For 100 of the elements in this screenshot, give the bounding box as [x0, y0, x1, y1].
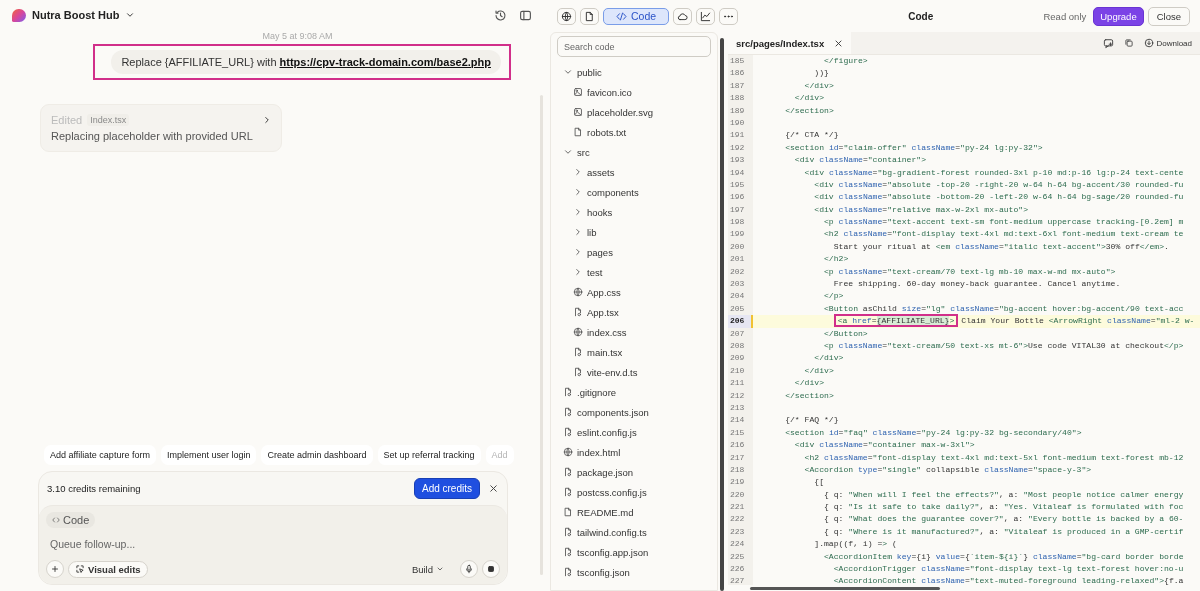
code-line: </div> [793, 377, 824, 390]
view-button[interactable] [696, 7, 716, 25]
code-line: <div className="container max-w-3xl"> [793, 439, 975, 452]
message-text: Replace {AFFILIATE_URL} with [121, 56, 277, 68]
plus-icon [50, 564, 60, 574]
file-item[interactable]: App.css [587, 286, 621, 298]
code-line: <AccordionContent className="text-muted-foreground leading-relaxed">{f.a [832, 575, 1184, 585]
folder-item[interactable]: src [577, 146, 590, 158]
search-field[interactable]: Search code [557, 36, 711, 57]
view-button[interactable] [557, 7, 576, 25]
mode-chip[interactable]: Code [46, 512, 96, 528]
file-item[interactable]: components.json [577, 406, 649, 418]
build-dropdown[interactable]: Build [405, 562, 450, 576]
suggestion-chip[interactable]: Add affiliate capture form [44, 445, 156, 465]
file-item[interactable]: index.css [587, 326, 627, 338]
code-file-icon [563, 407, 573, 417]
file-item[interactable]: tsconfig.json [577, 566, 630, 578]
line-number: 216 [728, 439, 753, 452]
code-line: <section id="faq" className="py-24 lg:py-32 bg-secondary/40"> [784, 426, 1082, 439]
code-line: <h2 className="font-display text-4xl md:text-6xl font-medium text-cream te [823, 228, 1184, 241]
line-number: 203 [728, 278, 753, 291]
file-tag: Index.tsx [87, 114, 130, 126]
code-line: <AccordionItem key={i} value={`item-${i}`} className="bg-card border borde [823, 550, 1184, 563]
suggestion-chip[interactable]: Implement user login [160, 445, 257, 465]
upgrade-button[interactable]: Upgrade [1093, 6, 1144, 26]
file-item[interactable]: eslint.config.js [577, 426, 637, 438]
file-item[interactable]: tailwind.config.ts [577, 526, 647, 538]
line-number: 191 [728, 129, 753, 142]
file-item[interactable]: README.md [577, 506, 634, 518]
file-item[interactable]: placeholder.svg [587, 106, 654, 118]
file-item[interactable]: postcss.config.js [577, 486, 647, 498]
code-line: <section id="claim-offer" className="py-24 lg:py-32"> [784, 141, 1043, 154]
suggestion-chip[interactable]: Create admin dashboard [261, 445, 373, 465]
url-link[interactable]: https://cpv-track-domain.com/base2.php [279, 56, 491, 68]
cloud-icon [677, 10, 689, 22]
file-item[interactable]: robots.txt [587, 126, 627, 138]
close-panel-button[interactable]: Close [1147, 6, 1190, 26]
visual-edits-button[interactable]: Visual edits [68, 560, 148, 578]
code-file-icon [573, 347, 583, 357]
project-name[interactable]: Nutra Boost Hub [32, 9, 120, 21]
code-line: {/* CTA */} [784, 129, 839, 142]
code-line: Start your ritual at <em className="italic text-accent">30% off</em>. [832, 240, 1169, 253]
code-line: </Button> [823, 327, 868, 340]
edit-summary: Replacing placeholder with provided URL [51, 130, 254, 142]
code-tab[interactable]: Code [603, 7, 670, 25]
file-item[interactable]: vite-env.d.ts [587, 366, 638, 378]
folder-item[interactable]: lib [587, 226, 597, 238]
edit-status: Edited [51, 114, 83, 126]
code-line: <div className="bg-gradient-forest rounded-3xl p-10 md:p-16 lg:p-24 text-cente [803, 166, 1184, 179]
message-input[interactable]: Queue follow-up... [46, 534, 500, 554]
folder-item[interactable]: components [587, 186, 639, 198]
folder-item[interactable]: test [587, 266, 603, 278]
code-file-icon [573, 367, 583, 377]
microphone-button[interactable] [460, 560, 478, 578]
add-credits-button[interactable]: Add credits [413, 478, 480, 499]
file-item[interactable]: favicon.ico [587, 86, 632, 98]
file-item[interactable]: index.html [577, 446, 621, 458]
view-button[interactable] [673, 7, 693, 25]
code-line: </p> [823, 290, 844, 303]
file-item[interactable]: .gitignore [577, 386, 617, 398]
line-number: 227 [728, 575, 753, 585]
line-number: 199 [728, 228, 753, 241]
code-line: </section> [784, 104, 834, 117]
globe-icon [573, 327, 583, 337]
code-icon [616, 10, 627, 22]
code-file-icon [563, 427, 573, 437]
code-line: <a href={AFFILIATE_URL}> Claim Your Bottle <ArrowRight className="ml-2 w- [753, 315, 1195, 328]
chevron-down-icon [125, 10, 136, 20]
file-item[interactable]: package.json [577, 466, 633, 478]
view-button[interactable] [580, 7, 599, 25]
folder-item[interactable]: public [577, 66, 602, 78]
suggestion-chip[interactable]: Set up referral tracking [377, 445, 481, 465]
code-line: </figure> [823, 55, 868, 67]
close-button[interactable] [488, 483, 499, 494]
line-chart-icon [700, 10, 712, 22]
code-line: </div> [803, 364, 834, 377]
download-button[interactable]: Download [1144, 38, 1192, 48]
stop-button[interactable] [482, 560, 500, 578]
close-icon[interactable] [834, 38, 844, 48]
edit-summary-card[interactable]: Edited Index.tsx Replacing placeholder with provided URL [40, 104, 282, 152]
scrollbar[interactable] [720, 38, 724, 591]
scrollbar[interactable] [750, 586, 940, 590]
message-timestamp: May 5 at 9:08 AM [262, 31, 333, 41]
folder-item[interactable]: pages [587, 246, 613, 258]
file-item[interactable]: App.tsx [587, 306, 619, 318]
file-item[interactable]: tsconfig.app.json [577, 546, 649, 558]
file-item[interactable]: main.tsx [587, 346, 623, 358]
close-icon [488, 483, 499, 494]
file-icon [573, 127, 583, 137]
code-line: { q: "Is it safe to take daily?", a: "Yes. Vitaleaf is formulated with foc [823, 501, 1184, 514]
chevron-down-icon [436, 565, 444, 573]
code-file-icon [563, 527, 573, 537]
panel-title: Code [907, 10, 935, 22]
comment-plus-icon [1103, 37, 1115, 49]
file-tab[interactable]: src/pages/Index.tsx [728, 32, 852, 54]
line-number: 211 [728, 377, 753, 390]
code-file-icon [563, 487, 573, 497]
folder-item[interactable]: assets [587, 166, 615, 178]
line-number: 188 [728, 92, 753, 105]
folder-item[interactable]: hooks [587, 206, 613, 218]
